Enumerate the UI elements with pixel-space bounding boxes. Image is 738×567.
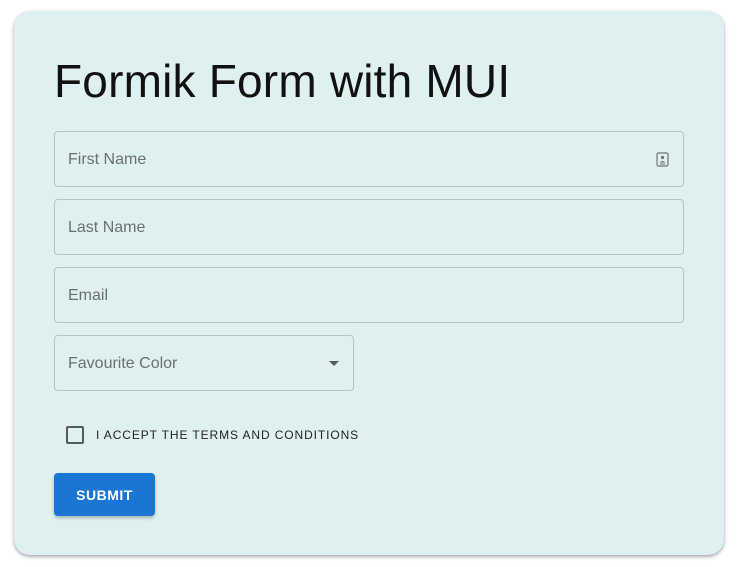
email-field[interactable]: Email [54, 267, 684, 323]
autofill-contact-icon[interactable] [656, 152, 669, 167]
favourite-color-placeholder: Favourite Color [68, 355, 178, 372]
chevron-down-icon[interactable] [329, 361, 339, 366]
first-name-field[interactable]: First Name [54, 131, 684, 187]
favourite-color-select[interactable]: Favourite Color [54, 335, 354, 391]
form-card: Formik Form with MUI First Name Last Nam… [14, 11, 724, 555]
last-name-placeholder: Last Name [68, 219, 146, 236]
first-name-placeholder: First Name [68, 151, 147, 168]
last-name-field[interactable]: Last Name [54, 199, 684, 255]
terms-checkbox-row[interactable]: I ACCEPT THE TERMS AND CONDITIONS [66, 424, 359, 446]
submit-button[interactable]: SUBMIT [54, 473, 155, 516]
email-placeholder: Email [68, 287, 109, 304]
terms-checkbox[interactable] [66, 426, 84, 444]
terms-label: I ACCEPT THE TERMS AND CONDITIONS [96, 428, 360, 442]
page-title: Formik Form with MUI [54, 55, 511, 107]
